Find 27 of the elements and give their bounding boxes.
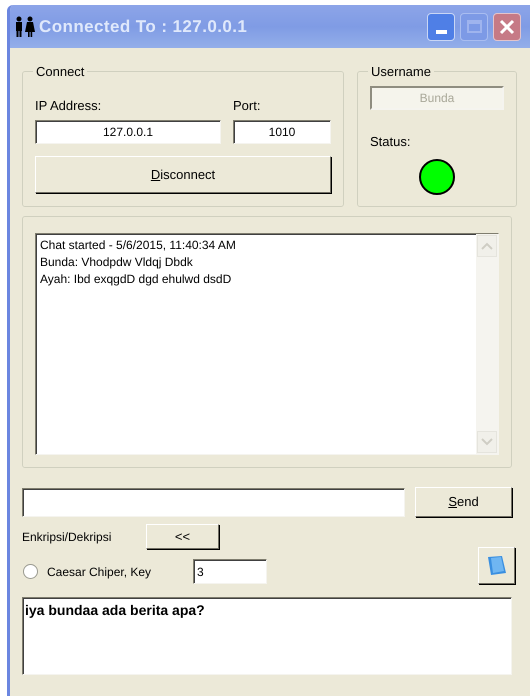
minimize-icon bbox=[436, 30, 446, 34]
maximize-icon bbox=[466, 20, 482, 33]
ip-label: IP Address: bbox=[35, 96, 102, 114]
status-label: Status: bbox=[370, 132, 412, 150]
group-legend: Connect bbox=[33, 62, 88, 82]
window-title: Connected To : 127.0.0.1 bbox=[39, 16, 248, 38]
key-field[interactable]: 3 bbox=[193, 559, 267, 584]
mode-label: Enkripsi/Dekripsi bbox=[22, 529, 112, 546]
radio-label: Caesar Chiper, Key bbox=[47, 564, 152, 580]
message-field[interactable] bbox=[22, 488, 405, 516]
chat-line: Chat started - 5/6/2015, 11:40:34 AM bbox=[40, 237, 237, 254]
chat-line: Ayah: Ibd exqgdD dgd ehulwd dsdD bbox=[40, 271, 232, 288]
caesar-radio[interactable] bbox=[23, 564, 38, 579]
close-icon bbox=[499, 18, 515, 34]
people-icon bbox=[13, 16, 37, 38]
disconnect-button[interactable]: Disconnect bbox=[35, 156, 331, 193]
group-legend: Username bbox=[368, 62, 434, 82]
port-label: Port: bbox=[233, 96, 260, 114]
port-field[interactable]: 1010 bbox=[233, 120, 331, 144]
swap-button[interactable]: << bbox=[146, 524, 219, 549]
send-button[interactable]: Send bbox=[415, 487, 512, 517]
ip-field[interactable]: 127.0.0.1 bbox=[35, 120, 221, 144]
chat-line: Bunda: Vhodpdw Vldqj Dbdk bbox=[40, 254, 194, 271]
minimize-button[interactable] bbox=[427, 12, 455, 40]
file-button[interactable] bbox=[478, 547, 515, 584]
close-button[interactable] bbox=[493, 12, 521, 40]
output-box[interactable]: iya bundaa ada berita apa? bbox=[22, 597, 512, 675]
